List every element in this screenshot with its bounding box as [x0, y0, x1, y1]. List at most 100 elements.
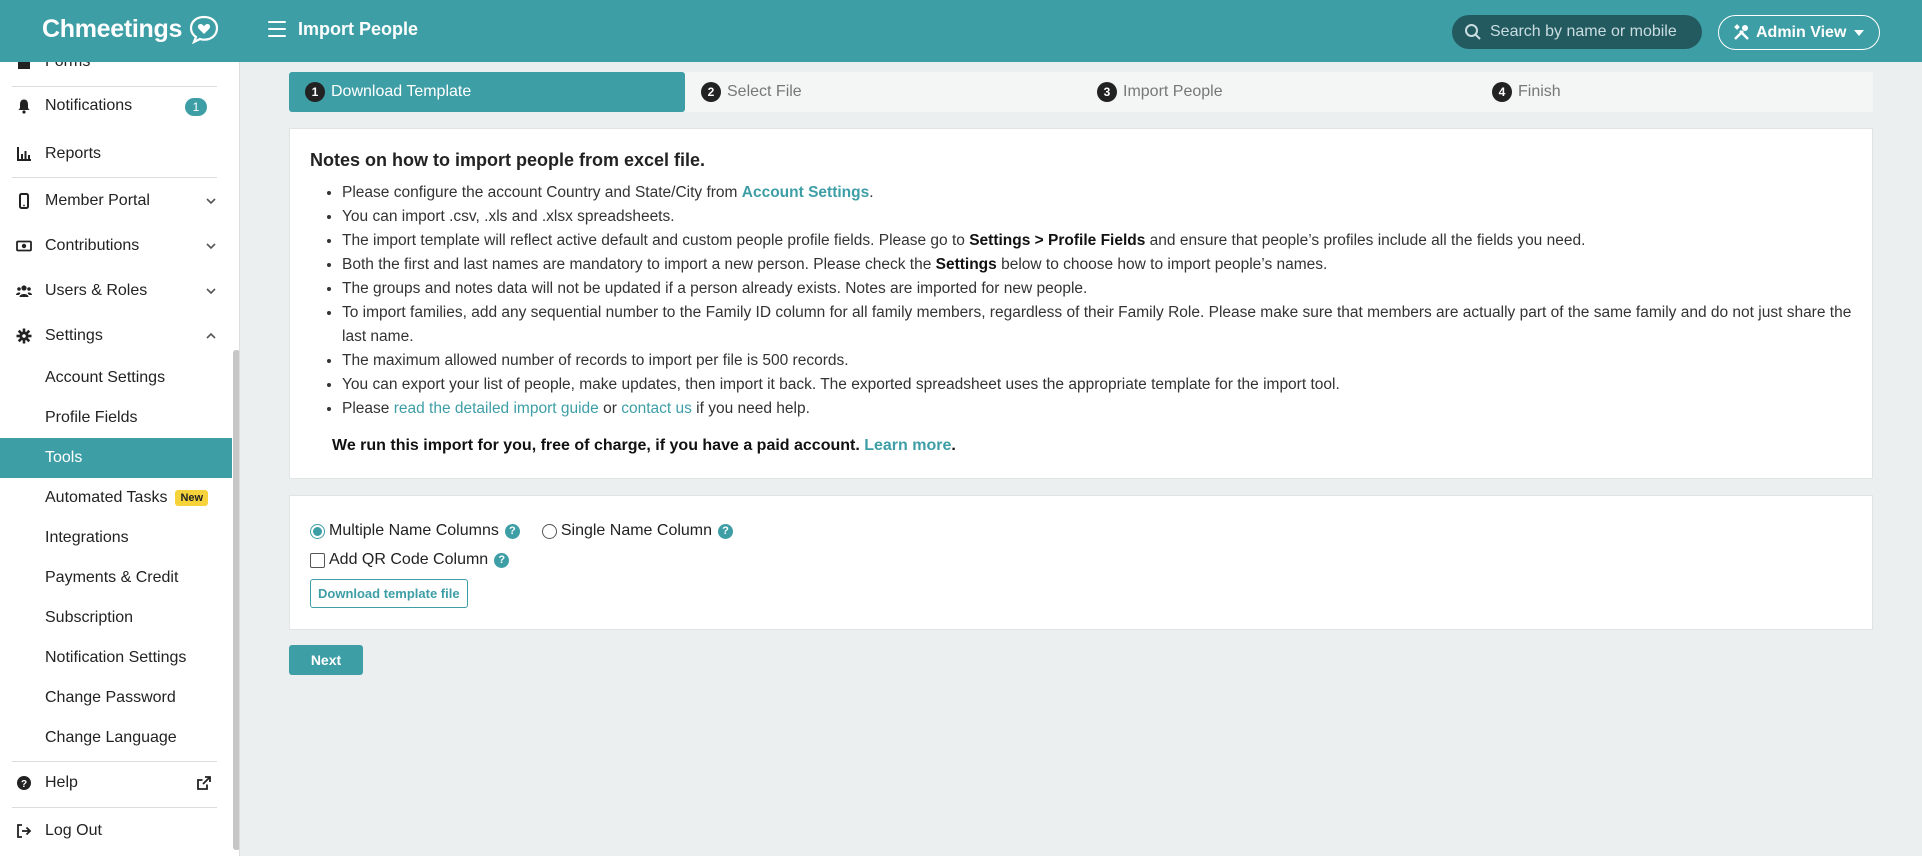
help-icon[interactable]: ?	[718, 523, 734, 539]
note-item: Both the first and last names are mandat…	[342, 253, 1852, 277]
sidebar-item-label: Settings	[45, 327, 103, 344]
divider	[12, 761, 217, 762]
sidebar-item-contributions[interactable]: Contributions	[0, 226, 232, 266]
svg-text:?: ?	[21, 779, 27, 790]
admin-view-label: Admin View	[1756, 23, 1847, 41]
import-notes-panel: Notes on how to import people from excel…	[289, 128, 1873, 479]
brand-name: Chmeetings	[42, 14, 183, 43]
hamburger-menu-icon[interactable]	[268, 21, 286, 37]
note-item: The import template will reflect active …	[342, 229, 1852, 253]
search-box[interactable]	[1452, 15, 1702, 49]
mobile-phone-icon	[19, 193, 29, 209]
qr-code-option: Add QR Code Column ?	[310, 547, 1852, 573]
sidebar-item-reports[interactable]: Reports	[0, 134, 232, 174]
multiple-name-columns-radio[interactable]	[310, 523, 325, 539]
caret-down-icon	[1854, 29, 1865, 36]
sidebar-item-label: Users & Roles	[45, 282, 148, 299]
sidebar-subitem-integrations[interactable]: Integrations	[0, 518, 232, 558]
chat-heart-logo-icon	[189, 15, 219, 44]
multiple-name-columns-label[interactable]: Multiple Name Columns	[329, 522, 499, 540]
note-item: You can export your list of people, make…	[342, 373, 1852, 397]
step-label: Finish	[1518, 83, 1561, 100]
admin-view-button[interactable]: Admin View	[1718, 15, 1880, 50]
sidebar-subitem-tools[interactable]: Tools	[0, 438, 232, 478]
divider	[12, 807, 217, 808]
notes-list: Please configure the account Country and…	[310, 181, 1852, 421]
note-item: You can import .csv, .xls and .xlsx spre…	[342, 205, 1852, 229]
users-icon	[16, 285, 32, 297]
sidebar-item-label: Reports	[45, 145, 102, 162]
help-icon[interactable]: ?	[494, 552, 510, 568]
note-item: To import families, add any sequential n…	[342, 301, 1852, 349]
step-import-people[interactable]: 3 Import People	[1097, 72, 1223, 112]
bar-chart-icon	[17, 147, 31, 161]
qr-code-label[interactable]: Add QR Code Column	[329, 551, 488, 569]
sidebar-item-forms[interactable]: Forms	[0, 62, 232, 82]
step-number: 1	[305, 82, 325, 102]
divider	[12, 177, 217, 178]
help-icon[interactable]: ?	[504, 523, 520, 539]
page-title: Import People	[298, 19, 419, 39]
sidebar-subitem-subscription[interactable]: Subscription	[0, 598, 232, 638]
notification-count-badge: 1	[185, 98, 207, 116]
single-name-column-radio[interactable]	[541, 523, 557, 539]
top-bar: Chmeetings Import People Admin View	[0, 0, 1922, 62]
single-name-column-label[interactable]: Single Name Column	[561, 522, 712, 540]
template-options-panel: Multiple Name Columns ? Single Name Colu…	[289, 495, 1873, 630]
search-icon	[1465, 24, 1481, 40]
chevron-up-icon	[206, 332, 216, 339]
paid-import-note: We run this import for you, free of char…	[332, 437, 956, 454]
contact-us-link[interactable]: contact us	[621, 400, 692, 417]
step-label: Select File	[727, 83, 802, 100]
sidebar-subitem-account-settings[interactable]: Account Settings	[0, 358, 232, 398]
step-select-file[interactable]: 2 Select File	[701, 72, 802, 112]
question-circle-icon: ?	[17, 776, 31, 790]
sidebar-item-label: Contributions	[45, 237, 140, 254]
brand-logo[interactable]: Chmeetings	[42, 14, 220, 44]
sidebar-item-label: Log Out	[45, 822, 102, 839]
gear-icon	[16, 328, 32, 344]
name-column-options: Multiple Name Columns ? Single Name Colu…	[310, 518, 1852, 544]
sidebar-item-notifications[interactable]: Notifications 1	[0, 86, 232, 126]
download-template-button[interactable]: Download template file	[310, 579, 468, 608]
sidebar-item-help[interactable]: ? Help	[0, 763, 232, 803]
sidebar-item-label: Help	[45, 774, 78, 791]
sidebar-subitem-notification-settings[interactable]: Notification Settings	[0, 638, 232, 678]
sidebar-subitem-change-password[interactable]: Change Password	[0, 678, 232, 718]
sidebar-item-label: Forms	[45, 62, 90, 71]
sidebar-item-member-portal[interactable]: Member Portal	[0, 181, 232, 221]
step-finish[interactable]: 4 Finish	[1492, 72, 1561, 112]
step-download-template[interactable]: 1 Download Template	[289, 72, 685, 112]
step-number: 4	[1492, 82, 1512, 102]
qr-code-checkbox[interactable]	[310, 552, 325, 568]
tools-icon	[1734, 24, 1749, 40]
note-item: The maximum allowed number of records to…	[342, 349, 1852, 373]
import-guide-link[interactable]: read the detailed import guide	[394, 400, 599, 417]
chevron-down-icon	[206, 243, 216, 250]
step-label: Download Template	[331, 83, 472, 100]
sidebar-item-logout[interactable]: Log Out	[0, 811, 232, 851]
sidebar-subitem-label: Automated Tasks	[45, 489, 168, 506]
chevron-down-icon	[206, 198, 216, 205]
account-settings-link[interactable]: Account Settings	[742, 184, 869, 201]
logout-icon	[17, 824, 32, 838]
next-button[interactable]: Next	[289, 645, 363, 675]
search-input[interactable]	[1490, 23, 1700, 41]
step-label: Import People	[1123, 83, 1223, 100]
import-stepper: 1 Download Template 2 Select File 3 Impo…	[289, 72, 1873, 112]
sidebar-item-settings[interactable]: Settings	[0, 316, 232, 356]
sidebar: Forms Notifications 1 Reports Member Por…	[0, 62, 240, 856]
sidebar-subitem-change-language[interactable]: Change Language	[0, 718, 232, 758]
sidebar-subitem-payments-credit[interactable]: Payments & Credit	[0, 558, 232, 598]
sidebar-subitem-profile-fields[interactable]: Profile Fields	[0, 398, 232, 438]
learn-more-link[interactable]: Learn more	[864, 437, 951, 454]
sidebar-item-users-roles[interactable]: Users & Roles	[0, 271, 232, 311]
sidebar-subitem-automated-tasks[interactable]: Automated Tasks New	[0, 478, 232, 518]
step-number: 2	[701, 82, 721, 102]
money-icon	[16, 240, 32, 252]
note-item: The groups and notes data will not be up…	[342, 277, 1852, 301]
bell-icon	[18, 99, 30, 114]
note-item: Please read the detailed import guide or…	[342, 397, 1852, 421]
sidebar-item-label: Member Portal	[45, 192, 150, 209]
sidebar-scrollbar[interactable]	[233, 350, 239, 850]
